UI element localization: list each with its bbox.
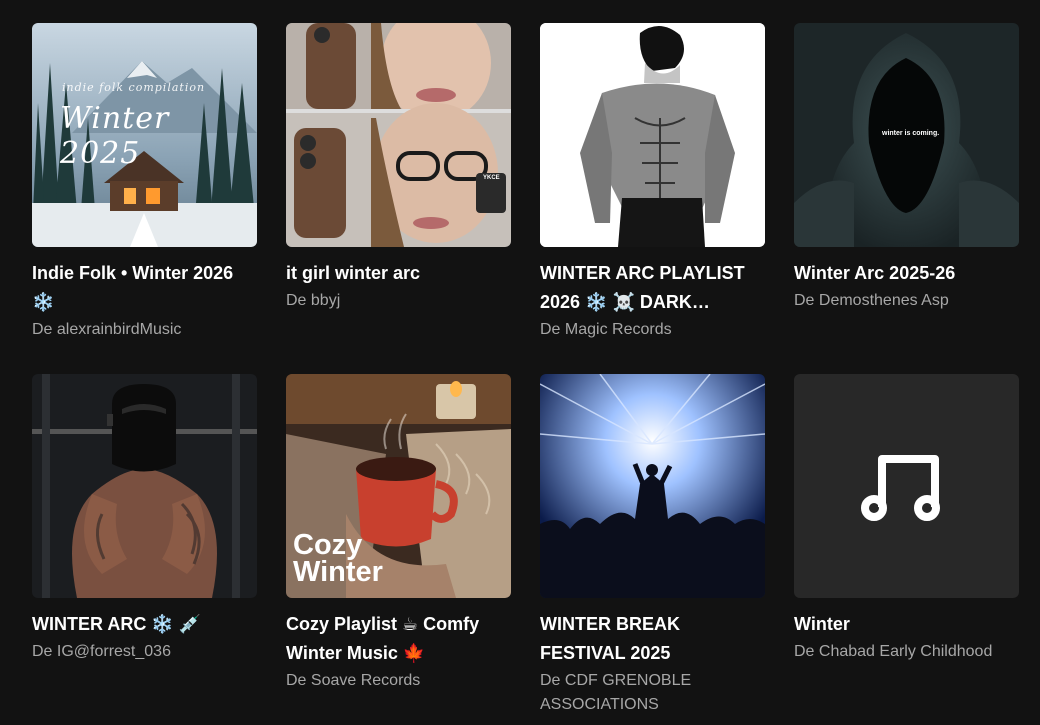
playlist-owner[interactable]: De bbyj <box>286 289 511 313</box>
playlist-title[interactable]: Indie Folk • Winter 2026 ❄️ <box>32 259 257 317</box>
playlist-card[interactable]: Winter De Chabad Early Childhood <box>794 374 1019 725</box>
playlist-owner[interactable]: De Demosthenes Asp <box>794 289 1019 313</box>
playlist-title[interactable]: WINTER BREAK FESTIVAL 2025 <box>540 610 765 668</box>
playlist-grid: indie folk compilation Winter 2025 Indie… <box>32 23 1019 725</box>
playlist-card[interactable]: indie folk compilation Winter 2025 Indie… <box>32 23 257 374</box>
playlist-owner[interactable]: De IG@forrest_036 <box>32 640 257 664</box>
playlist-card[interactable]: WINTER BREAK FESTIVAL 2025 De CDF GRENOB… <box>540 374 765 725</box>
playlist-cover-image[interactable] <box>32 374 257 598</box>
playlist-cover-image[interactable] <box>540 374 765 598</box>
playlist-cover-image[interactable]: winter is coming. <box>794 23 1019 247</box>
playlist-owner[interactable]: De Soave Records <box>286 669 511 693</box>
playlist-owner[interactable]: De CDF GRENOBLE ASSOCIATIONS <box>540 669 765 717</box>
playlist-title[interactable]: Winter <box>794 610 1019 639</box>
playlist-title[interactable]: Cozy Playlist ☕ Comfy Winter Music 🍁 <box>286 610 511 668</box>
playlist-title[interactable]: Winter Arc 2025-26 <box>794 259 1019 288</box>
playlist-title[interactable]: it girl winter arc <box>286 259 511 288</box>
playlist-card[interactable]: WINTER ARC ❄️ 💉 De IG@forrest_036 <box>32 374 257 725</box>
playlist-card[interactable]: YKCE it girl winter arc De bbyj <box>286 23 511 374</box>
playlist-owner[interactable]: De Magic Records <box>540 318 765 342</box>
music-note-icon <box>861 455 940 521</box>
playlist-title[interactable]: WINTER ARC PLAYLIST 2026 ❄️ ☠️ DARK… <box>540 259 765 317</box>
phone-label-text: YKCE <box>483 175 500 181</box>
playlist-card[interactable]: WINTER ARC PLAYLIST 2026 ❄️ ☠️ DARK… De … <box>540 23 765 374</box>
playlist-title[interactable]: WINTER ARC ❄️ 💉 <box>32 610 257 639</box>
playlist-cover-placeholder[interactable] <box>794 374 1019 598</box>
playlist-cover-image[interactable] <box>540 23 765 247</box>
playlist-owner[interactable]: De Chabad Early Childhood <box>794 640 1019 664</box>
playlist-cover-image[interactable]: YKCE <box>286 23 511 247</box>
cover-title-text: Cozy Winter <box>293 529 383 588</box>
playlist-owner[interactable]: De alexrainbirdMusic <box>32 318 257 342</box>
cover-title-text: winter is coming. <box>882 130 940 137</box>
playlist-cover-image[interactable]: Cozy Winter <box>286 374 511 598</box>
playlist-card[interactable]: winter is coming. Winter Arc 2025-26 De … <box>794 23 1019 374</box>
playlist-card[interactable]: Cozy Winter Cozy Playlist ☕ Comfy Winter… <box>286 374 511 725</box>
playlist-cover-image[interactable]: indie folk compilation Winter 2025 <box>32 23 257 247</box>
cover-title-text: Winter 2025 <box>60 101 170 171</box>
cover-subtitle-text: indie folk compilation <box>62 81 206 94</box>
